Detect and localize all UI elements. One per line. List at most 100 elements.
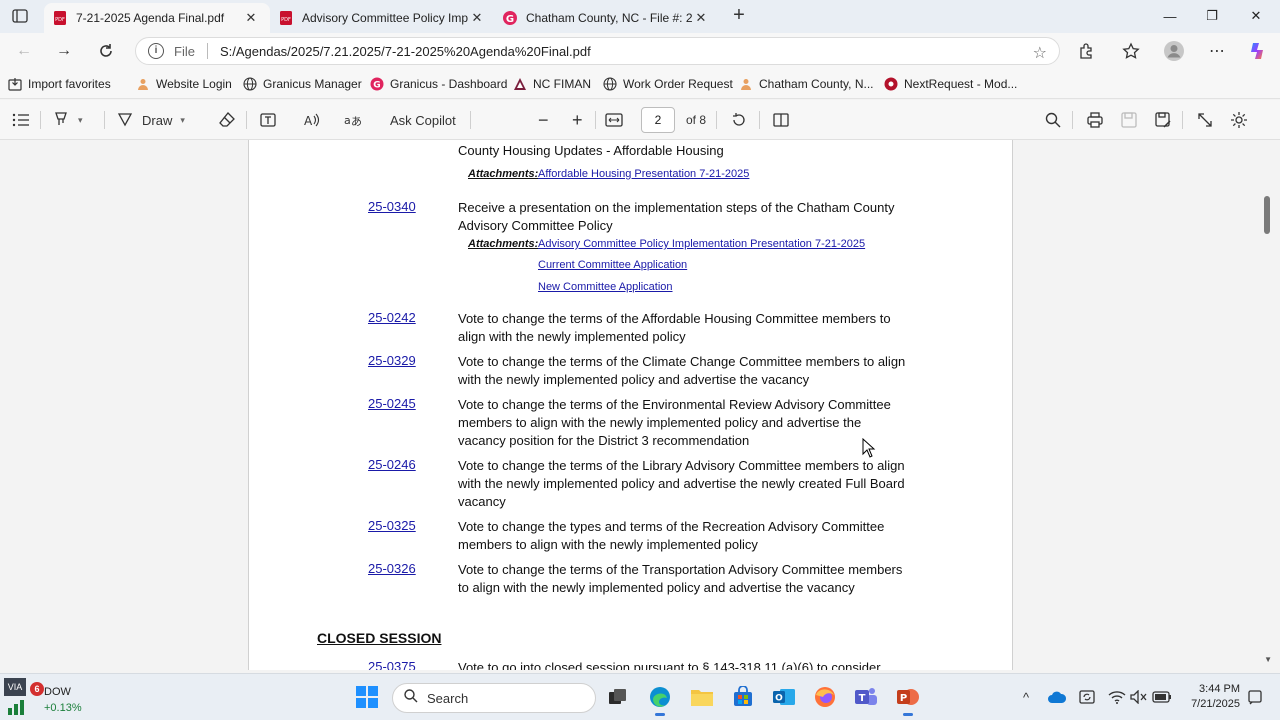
scroll-down-arrow-icon[interactable]: ▼ xyxy=(1264,655,1272,664)
save-icon[interactable] xyxy=(1120,108,1138,132)
svg-text:あ: あ xyxy=(351,115,361,128)
task-view-icon[interactable] xyxy=(604,683,632,711)
chevron-down-icon[interactable]: ▾ xyxy=(180,115,185,126)
minimize-button[interactable]: — xyxy=(1150,4,1190,28)
translate-icon[interactable]: aあ xyxy=(343,108,361,132)
battery-icon[interactable] xyxy=(1151,687,1173,707)
favorite-website-login[interactable]: Website Login xyxy=(136,75,232,93)
chevron-down-icon[interactable]: ▾ xyxy=(78,115,83,126)
print-icon[interactable] xyxy=(1086,108,1104,132)
file-explorer-icon[interactable] xyxy=(688,683,716,711)
page-view-icon[interactable] xyxy=(772,108,790,132)
item-number-link[interactable]: 25-0246 xyxy=(368,457,416,472)
favorite-star-icon[interactable]: ☆ xyxy=(1033,43,1047,63)
tab-advisory-policy[interactable]: PDF Advisory Committee Policy Imple ✕ xyxy=(270,3,496,33)
page-number-input[interactable]: 2 xyxy=(641,107,675,133)
edge-browser-icon[interactable] xyxy=(646,683,674,716)
system-clock[interactable]: 3:44 PM 7/21/2025 xyxy=(1180,682,1240,712)
refresh-icon[interactable] xyxy=(92,38,120,64)
item-number-link[interactable]: 25-0329 xyxy=(368,353,416,368)
onedrive-cloud-icon[interactable] xyxy=(1046,687,1068,707)
item-description: Receive a presentation on the implementa… xyxy=(458,200,895,233)
fullscreen-icon[interactable] xyxy=(1196,108,1214,132)
clock-time: 3:44 PM xyxy=(1199,683,1240,695)
tab-actions-icon[interactable] xyxy=(6,4,34,28)
favorite-nc-fiman[interactable]: NC FIMAN xyxy=(513,75,591,93)
attachment-link[interactable]: Affordable Housing Presentation 7-21-202… xyxy=(538,168,749,180)
tab-agenda-pdf[interactable]: PDF 7-21-2025 Agenda Final.pdf ✕ xyxy=(44,3,270,33)
tab-chatham-file[interactable]: G Chatham County, NC - File #: 25- ✕ xyxy=(494,3,720,33)
chevron-up-icon[interactable]: ^ xyxy=(1015,687,1037,707)
attachments-label: Attachments: xyxy=(468,168,539,180)
favorite-nextrequest[interactable]: NextRequest - Mod... xyxy=(884,75,1017,93)
zoom-out-icon[interactable]: − xyxy=(538,108,549,132)
pdf-viewer[interactable]: 25-0342 Receive a presentation on the fi… xyxy=(0,140,1280,670)
favorite-import[interactable]: Import favorites xyxy=(8,75,111,93)
close-window-button[interactable]: ✕ xyxy=(1236,4,1276,28)
item-number-link[interactable]: 25-0245 xyxy=(368,396,416,411)
outlook-icon[interactable]: O xyxy=(770,683,798,711)
svg-text:O: O xyxy=(775,694,783,704)
close-tab-icon[interactable]: ✕ xyxy=(242,9,260,27)
favorite-granicus-manager[interactable]: Granicus Manager xyxy=(243,75,362,93)
new-tab-icon[interactable]: + xyxy=(728,5,750,27)
powerpoint-icon[interactable]: P xyxy=(894,683,922,716)
scrollbar-thumb[interactable] xyxy=(1264,196,1270,234)
wifi-icon[interactable] xyxy=(1106,687,1128,707)
fit-to-page-icon[interactable] xyxy=(605,108,623,132)
person-icon xyxy=(739,77,753,91)
restore-button[interactable]: ❐ xyxy=(1192,4,1232,28)
favorite-label: Work Order Request xyxy=(623,77,733,91)
save-as-icon[interactable] xyxy=(1154,108,1172,132)
notification-bell-icon[interactable] xyxy=(1244,687,1266,707)
attachment-link[interactable]: Advisory Committee Policy Implementation… xyxy=(538,238,865,250)
windows-start-icon[interactable] xyxy=(356,686,378,708)
item-number-link[interactable]: 25-0242 xyxy=(368,310,416,325)
rotate-icon[interactable] xyxy=(730,108,748,132)
draw-button[interactable]: Draw ▾ xyxy=(116,108,185,132)
item-number-link[interactable]: 25-0325 xyxy=(368,518,416,533)
highlight-button[interactable]: ▾ xyxy=(52,108,83,132)
add-text-icon[interactable] xyxy=(259,108,277,132)
favorite-work-order[interactable]: Work Order Request xyxy=(603,75,733,93)
firefox-icon[interactable] xyxy=(811,683,839,711)
profile-avatar-icon[interactable] xyxy=(1160,38,1188,64)
extensions-icon[interactable] xyxy=(1072,38,1100,64)
eraser-icon[interactable] xyxy=(218,108,236,132)
item-number-link[interactable]: 25-0326 xyxy=(368,561,416,576)
info-icon[interactable]: i xyxy=(148,43,164,59)
search-icon[interactable] xyxy=(1044,108,1062,132)
address-bar[interactable]: i File S:/Agendas/2025/7.21.2025/7-21-20… xyxy=(135,37,1060,65)
forward-arrow-icon[interactable]: → xyxy=(50,38,78,64)
item-number-link[interactable]: 25-0340 xyxy=(368,199,416,214)
via-logo: VIA xyxy=(4,678,26,696)
contents-list-icon[interactable] xyxy=(12,108,30,132)
settings-gear-icon[interactable] xyxy=(1230,108,1248,132)
attachment-link[interactable]: New Committee Application xyxy=(538,281,673,293)
item-number-link[interactable]: 25-0375 xyxy=(368,659,416,670)
back-arrow-icon[interactable]: ← xyxy=(10,38,38,64)
close-tab-icon[interactable]: ✕ xyxy=(692,9,710,27)
attachments-label: Attachments: xyxy=(468,238,539,250)
favorite-granicus-dashboard[interactable]: G Granicus - Dashboard xyxy=(370,75,507,93)
stock-widget[interactable]: VIA 6 DOW +0.13% xyxy=(4,678,124,718)
store-icon[interactable] xyxy=(729,683,757,711)
attachment-link[interactable]: Current Committee Application xyxy=(538,259,687,271)
taskbar-search[interactable]: Search xyxy=(392,683,596,713)
address-url[interactable]: S:/Agendas/2025/7.21.2025/7-21-2025%20Ag… xyxy=(220,44,591,59)
favorites-icon[interactable] xyxy=(1117,38,1145,64)
read-aloud-icon[interactable]: A xyxy=(302,108,320,132)
tab-title: Chatham County, NC - File #: 25- xyxy=(526,11,692,25)
volume-muted-icon[interactable] xyxy=(1128,687,1150,707)
copilot-icon[interactable] xyxy=(1243,38,1271,64)
ask-copilot-button[interactable]: Ask Copilot xyxy=(390,108,456,132)
taskbar: VIA 6 DOW +0.13% Search O T P ^ 3:44 PM … xyxy=(0,673,1280,720)
zoom-in-icon[interactable]: + xyxy=(572,108,583,132)
close-tab-icon[interactable]: ✕ xyxy=(468,9,486,27)
stock-chart-icon xyxy=(6,698,30,716)
svg-text:PDF: PDF xyxy=(55,17,65,23)
favorite-chatham-county[interactable]: Chatham County, N... xyxy=(739,75,874,93)
teams-icon[interactable]: T xyxy=(852,683,880,711)
more-menu-icon[interactable]: ⋯ xyxy=(1203,38,1231,64)
sync-icon[interactable] xyxy=(1076,687,1098,707)
